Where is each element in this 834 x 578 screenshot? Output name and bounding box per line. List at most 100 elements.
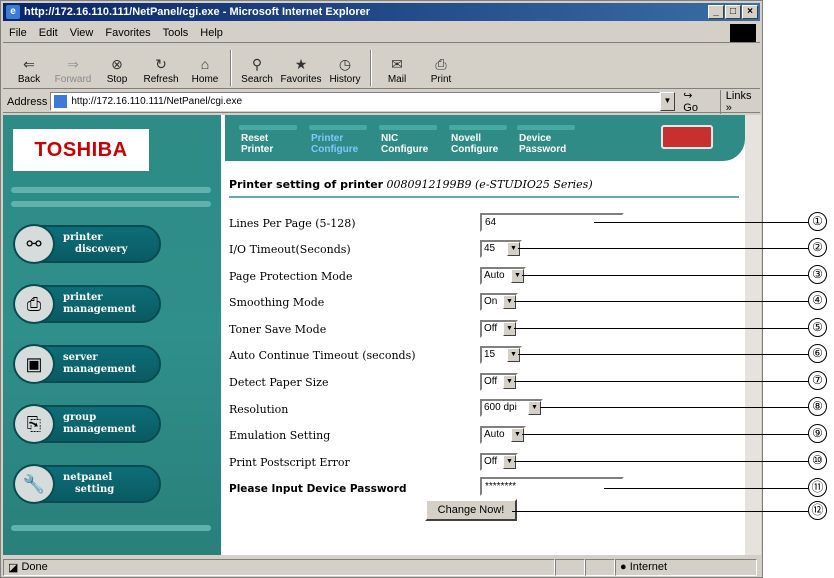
page-protection-select[interactable]: Auto ▼ [480,267,526,285]
tab-printer-configure[interactable]: Printer Configure [308,125,368,155]
toolbar: ⇐ Back ⇒ Forward ⊗ Stop ↻ Refresh ⌂ Home ⚲ Sea… [3,45,760,89]
sidebar-label: group [63,412,97,423]
tab-label: Device [519,133,552,144]
sidebar-item-netpanel-setting[interactable]: 🔧 netpanel setting [13,464,161,504]
help-book-icon[interactable] [661,125,713,149]
minimize-button[interactable]: _ [708,5,724,19]
search-button[interactable]: ⚲ Search [235,48,279,88]
menu-view[interactable]: View [64,27,100,39]
select-value: Auto [484,270,505,281]
sidebar-item-group-management[interactable]: ⎘ group management [13,404,161,444]
search-icon: ⚲ [251,56,263,72]
select-value: Off [484,376,498,387]
tab-label: NIC [381,133,399,144]
sidebar-item-server-management[interactable]: ▣ server management [13,344,161,384]
page-title: Printer setting of printer 0080912199B9 … [229,177,593,191]
toolbar-separator [370,50,372,86]
history-label: History [329,74,361,85]
emulation-select[interactable]: Auto ▼ [480,426,526,444]
back-button[interactable]: ⇐ Back [7,48,51,88]
links-label: Links [725,89,752,102]
change-now-button[interactable]: Change Now! [425,499,517,521]
go-button[interactable]: ↪ Go [683,89,709,114]
sidebar-label: server [63,352,98,363]
sidebar-item-printer-management[interactable]: ⎙ printer management [13,284,161,324]
links-button[interactable]: Links » [719,89,760,114]
stop-button[interactable]: ⊗ Stop [95,48,139,88]
sidebar-label: discovery [75,244,128,255]
mail-label: Mail [387,74,407,85]
refresh-label: Refresh [143,74,179,85]
wrench-icon: 🔧 [13,464,55,504]
tab-novell-configure[interactable]: Novell Configure [448,125,508,155]
callout-line [518,248,808,249]
menu-file[interactable]: File [3,27,33,39]
callout-number: ⑪ [808,478,827,497]
close-button[interactable]: × [742,5,758,19]
tab-reset-printer[interactable]: Reset Printer [238,125,298,155]
resolution-select[interactable]: 600 dpi ▼ [480,399,543,417]
mail-button[interactable]: ✉ Mail [375,48,419,88]
tab-nic-configure[interactable]: NIC Configure [378,125,438,155]
menu-edit[interactable]: Edit [33,27,64,39]
setting-label: Print Postscript Error [229,456,350,469]
tab-device-password[interactable]: Device Password [516,125,576,155]
top-menu: Reset Printer Printer Configure NIC Configu… [225,115,745,161]
callout-line [514,381,808,382]
address-url: http://172.16.110.111/NetPanel/cgi.exe [71,96,243,107]
toshiba-logo: TOSHIBA [13,129,149,171]
tab-label: Configure [451,144,499,155]
sidebar-label: printer [63,232,103,243]
address-input[interactable]: http://172.16.110.111/NetPanel/cgi.exe [50,92,660,111]
callout-line [522,434,808,435]
page-icon [54,95,68,108]
tab-label: Password [519,144,567,155]
toner-save-select[interactable]: Off ▼ [480,320,518,338]
status-text: ◪ Done [3,558,555,576]
sidebar-label: setting [75,484,115,495]
forward-button[interactable]: ⇒ Forward [51,48,95,88]
tab-label: Reset [241,133,269,144]
io-timeout-select[interactable]: 45 ▼ [480,240,522,258]
favorites-button[interactable]: ★ Favorites [279,48,323,88]
smoothing-mode-select[interactable]: On ▼ [480,293,518,311]
menu-help[interactable]: Help [194,27,229,39]
menu-tools[interactable]: Tools [157,27,195,39]
print-button[interactable]: ⎙ Print [419,48,463,88]
print-label: Print [430,74,452,85]
status-done: Done [21,561,48,573]
address-dropdown-button[interactable]: ▼ [659,92,676,111]
device-password-input[interactable]: ******** [480,477,624,496]
back-label: Back [17,74,41,85]
go-label: Go [683,102,698,114]
stop-label: Stop [106,74,128,85]
status-pane [555,558,585,576]
postscript-error-select[interactable]: Off ▼ [480,453,518,471]
print-icon: ⎙ [435,56,447,72]
callout-line [604,488,808,489]
auto-continue-select[interactable]: 15 ▼ [480,346,522,364]
maximize-button[interactable]: □ [725,5,741,19]
chevron-down-icon: ▼ [503,322,516,336]
refresh-button[interactable]: ↻ Refresh [139,48,183,88]
setting-label: Smoothing Mode [229,296,325,309]
vertical-scrollbar[interactable] [745,115,761,555]
chevron-down-icon: ▼ [511,269,524,283]
globe-icon: ● [620,561,627,573]
page-icon: ◪ [8,561,19,574]
favorites-label: Favorites [280,74,322,85]
menu-favorites[interactable]: Favorites [99,27,156,39]
callout-line [514,328,808,329]
sidebar-item-printer-discovery[interactable]: ⚯ printer discovery [13,224,161,264]
home-button[interactable]: ⌂ Home [183,48,227,88]
detect-paper-select[interactable]: Off ▼ [480,373,518,391]
page-title-device: 0080912199B9 (e-STUDIO25 Series) [386,178,593,191]
history-button[interactable]: ◷ History [323,48,367,88]
chevron-down-icon: ▼ [503,375,516,389]
mail-icon: ✉ [391,56,403,72]
callout-number: ⑫ [808,501,827,520]
zone-label: Internet [629,561,668,573]
chevron-down-icon: ▼ [503,295,516,309]
sidebar-label: netpanel [63,472,113,483]
status-pane [585,558,615,576]
